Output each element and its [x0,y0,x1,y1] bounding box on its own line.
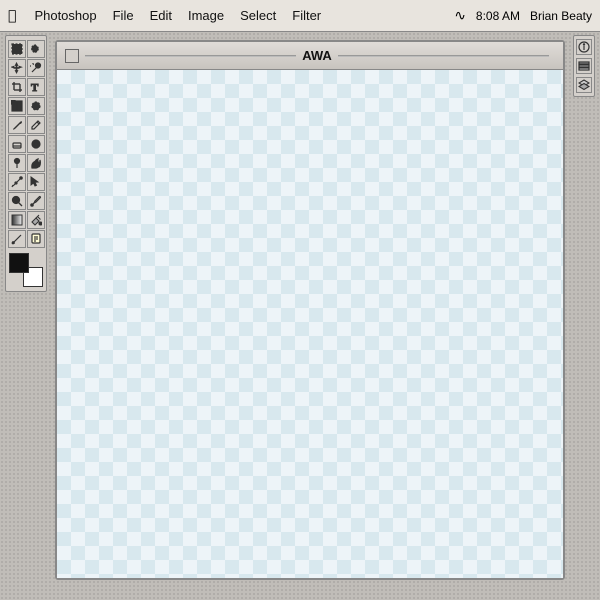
tool-row-2 [8,59,45,77]
tool-row-9 [8,192,45,210]
svg-text:T: T [31,82,39,93]
move-tool[interactable] [8,59,26,77]
path-selection-tool[interactable] [27,173,45,191]
window-title-lines: AWA [79,48,555,63]
tool-row-3: T [8,78,45,96]
brush-tool[interactable] [8,116,26,134]
eraser-tool[interactable] [8,135,26,153]
patch-tool[interactable] [27,97,45,115]
menu-photoshop[interactable]: Photoshop [26,4,104,27]
eyedropper-tool[interactable] [27,192,45,210]
wifi-icon: ∿ [454,7,466,24]
layers-panel-btn[interactable] [576,77,592,93]
tool-row-11 [8,230,45,248]
canvas-window: AWA [55,40,565,580]
menu-bar-right: ∿ 8:08 AM Brian Beaty [454,7,592,24]
tool-row-1 [8,40,45,58]
channels-panel-btn[interactable] [576,58,592,74]
burn-tool[interactable] [27,154,45,172]
checkerboard-canvas[interactable] [57,70,563,578]
user-name: Brian Beaty [530,9,592,23]
color-swatches[interactable] [9,253,43,287]
menu-image[interactable]: Image [180,4,232,27]
title-line-right [338,55,549,57]
foreground-color-swatch[interactable] [9,253,29,273]
info-panel-btn[interactable] [576,39,592,55]
slice-tool[interactable] [8,97,26,115]
menu-filter[interactable]: Filter [284,4,329,27]
blur-tool[interactable] [27,135,45,153]
tool-row-5 [8,116,45,134]
left-toolbar: T [5,35,47,292]
pen-tool[interactable] [8,173,26,191]
magic-wand-tool[interactable] [27,59,45,77]
pencil-tool[interactable] [27,116,45,134]
tool-row-7 [8,154,45,172]
lasso-tool[interactable] [27,40,45,58]
zoom-tool[interactable] [8,192,26,210]
tool-row-8 [8,173,45,191]
crop-tool[interactable] [8,78,26,96]
gradient-tool[interactable] [8,211,26,229]
tool-row-4 [8,97,45,115]
menu-bar:  Photoshop File Edit Image Select Filte… [0,0,600,32]
window-title: AWA [302,48,332,63]
dodge-tool[interactable] [8,154,26,172]
title-line-left [85,55,296,57]
tool-row-10 [8,211,45,229]
notes-tool[interactable] [27,230,45,248]
paint-bucket-tool[interactable] [27,211,45,229]
right-toolbar [573,35,595,97]
measure-tool[interactable] [8,230,26,248]
time-display: 8:08 AM [476,9,520,23]
menu-select[interactable]: Select [232,4,284,27]
tool-row-6 [8,135,45,153]
window-title-bar: AWA [57,42,563,70]
apple-menu[interactable]:  [8,8,16,24]
text-tool[interactable]: T [27,78,45,96]
marquee-tool[interactable] [8,40,26,58]
menu-file[interactable]: File [105,4,142,27]
menu-edit[interactable]: Edit [142,4,180,27]
window-close-button[interactable] [65,49,79,63]
canvas-area[interactable] [57,70,563,578]
